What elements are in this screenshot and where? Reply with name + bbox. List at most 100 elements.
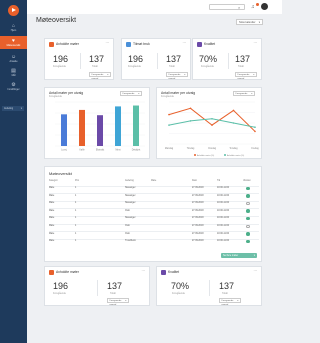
sidebar-department-select[interactable]: Avdeling ▾: [2, 106, 24, 111]
sidebar-item-employees[interactable]: ☺ Ansatte: [0, 53, 27, 63]
column-header: Prio: [75, 180, 80, 182]
data-point[interactable]: [232, 122, 235, 124]
stat-sub-right: Totalt: [169, 65, 175, 68]
card-select-label: Foregående måned: [91, 74, 104, 80]
card-period-select[interactable]: Foregående måned ▾: [166, 72, 188, 80]
avatar[interactable]: [261, 3, 268, 10]
table-cell-name: Møte: [49, 194, 55, 197]
table-cell-date: 27.09.2018: [192, 209, 204, 212]
star-icon: [161, 270, 166, 275]
sidebar-item-home[interactable]: ⌂ Hjem: [0, 22, 27, 32]
table-cell-dept: Stavanger: [125, 187, 136, 189]
data-point[interactable]: [211, 118, 213, 120]
table-cell-time: 10:00-11:00: [217, 225, 230, 227]
sidebar-item-label: Innstillinger: [7, 88, 20, 91]
legend-label: Avholdte møter (%): [227, 154, 245, 157]
bar-chart-panel: Antall møter per utvalg Foregående Foreg…: [44, 87, 150, 159]
table-cell-name: Møte: [49, 209, 55, 212]
stat-sub-right: Totalt: [222, 292, 228, 295]
stat-card-quality: Kvalitet ⋯ 70% Foregående 137 Totalt For…: [192, 38, 262, 80]
status-check-icon[interactable]: [246, 224, 250, 228]
more-icon[interactable]: ⋯: [142, 269, 146, 273]
table-cell-prio: 1: [75, 240, 77, 243]
sidebar: ⌂ Hjem ♥ Møteoversikt ☺ Ansatte ▤ Mål ⚙ …: [0, 0, 27, 343]
x-tick-label: Detaljert: [132, 149, 141, 152]
stat-sub-right: Totalt: [238, 65, 244, 68]
data-point[interactable]: [232, 109, 235, 112]
series-line: [168, 107, 256, 132]
column-header: Avdeling: [125, 180, 134, 182]
table-row-divider: [49, 193, 259, 194]
card-title: Avholdte møter: [56, 270, 79, 274]
table-cell-prio: 1: [75, 194, 77, 197]
stat-value-right: 137: [219, 281, 235, 291]
data-point[interactable]: [254, 130, 256, 133]
table-cell-dept: Stavanger: [125, 217, 136, 220]
bar[interactable]: [79, 109, 85, 146]
bar[interactable]: [97, 115, 103, 146]
sidebar-item-label: Ansatte: [9, 60, 18, 63]
more-icon[interactable]: ⋯: [183, 41, 187, 45]
stat-value-left: 196: [53, 281, 69, 291]
card-period-select[interactable]: Foregående måned ▾: [107, 298, 129, 306]
data-point[interactable]: [211, 124, 213, 126]
more-icon[interactable]: ⋯: [254, 41, 258, 45]
data-point[interactable]: [254, 126, 256, 128]
sidebar-select-label: Avdeling: [4, 107, 14, 110]
legend-swatch: [224, 154, 226, 156]
divider: [157, 53, 158, 69]
more-icon[interactable]: ⋯: [254, 269, 258, 273]
data-point[interactable]: [189, 120, 192, 122]
table-cell-time: 10:00-11:00: [217, 240, 230, 243]
sidebar-item-label: Mål: [11, 74, 16, 77]
status-check-icon[interactable]: [246, 201, 250, 206]
x-tick-label: Torsdag: [229, 147, 238, 150]
line-chart-panel: Antall møter per utvalg Foregående Foreg…: [156, 87, 262, 159]
sidebar-item-meetings[interactable]: ♥ Møteoversikt: [0, 36, 27, 49]
status-check-icon[interactable]: [246, 194, 250, 198]
table-cell-prio: 1: [75, 232, 77, 235]
x-tick-label: Mest: [116, 149, 121, 152]
bar[interactable]: [61, 114, 67, 146]
bar[interactable]: [115, 106, 121, 146]
see-more-label: Se flere møter: [223, 254, 239, 257]
status-check-icon[interactable]: [246, 186, 250, 190]
card-select-label: Foregående måned: [109, 300, 122, 306]
x-tick-label: Tirsdag: [187, 147, 195, 150]
stat-sub-left: Foregående: [201, 65, 214, 68]
card-period-select[interactable]: Foregående måned ▾: [235, 72, 257, 80]
topbar: ⌕ ♫: [27, 0, 282, 14]
status-check-icon[interactable]: [246, 209, 250, 213]
see-more-button[interactable]: Se flere møter ▾: [221, 253, 257, 258]
period-select[interactable]: Siste kalender ▾: [236, 19, 263, 25]
card-period-select[interactable]: Foregående måned ▾: [219, 298, 241, 306]
period-select-label: Siste kalender: [239, 21, 256, 24]
search-icon[interactable]: ⌕: [238, 5, 240, 10]
data-point[interactable]: [168, 113, 170, 116]
status-check-icon[interactable]: [246, 239, 250, 244]
table-row-divider: [49, 238, 259, 240]
table-cell-time: 10:00-11:00: [217, 217, 230, 220]
bell-icon[interactable]: ♫: [251, 4, 255, 10]
table-cell-dept: Oslo: [125, 232, 130, 235]
bar[interactable]: [133, 105, 139, 146]
table-row-divider: [49, 231, 259, 232]
data-point[interactable]: [189, 107, 192, 110]
table-cell-date: 27.09.2018: [192, 240, 204, 243]
app-logo[interactable]: [8, 5, 19, 16]
status-check-icon[interactable]: [246, 216, 250, 221]
sidebar-item-goals[interactable]: ▤ Mål: [0, 67, 27, 77]
card-period-select[interactable]: Foregående måned ▾: [89, 72, 111, 80]
more-icon[interactable]: ⋯: [106, 41, 110, 45]
data-point[interactable]: [168, 124, 170, 126]
legend-swatch: [194, 154, 196, 156]
card-select-label: Foregående måned: [237, 74, 250, 80]
meetings-table-panel: Møteoversikt Kategori Prio Avdeling Møte…: [44, 166, 262, 262]
sidebar-item-settings[interactable]: ⚙ Innstillinger: [0, 81, 27, 91]
table-cell-name: Møte: [49, 202, 55, 205]
table-cell-prio: 1: [75, 217, 77, 220]
table-cell-name: Møte: [49, 225, 55, 227]
table-cell-dept: Stavanger: [125, 194, 136, 197]
column-header: Tid: [217, 180, 221, 182]
status-check-icon[interactable]: [246, 232, 250, 236]
